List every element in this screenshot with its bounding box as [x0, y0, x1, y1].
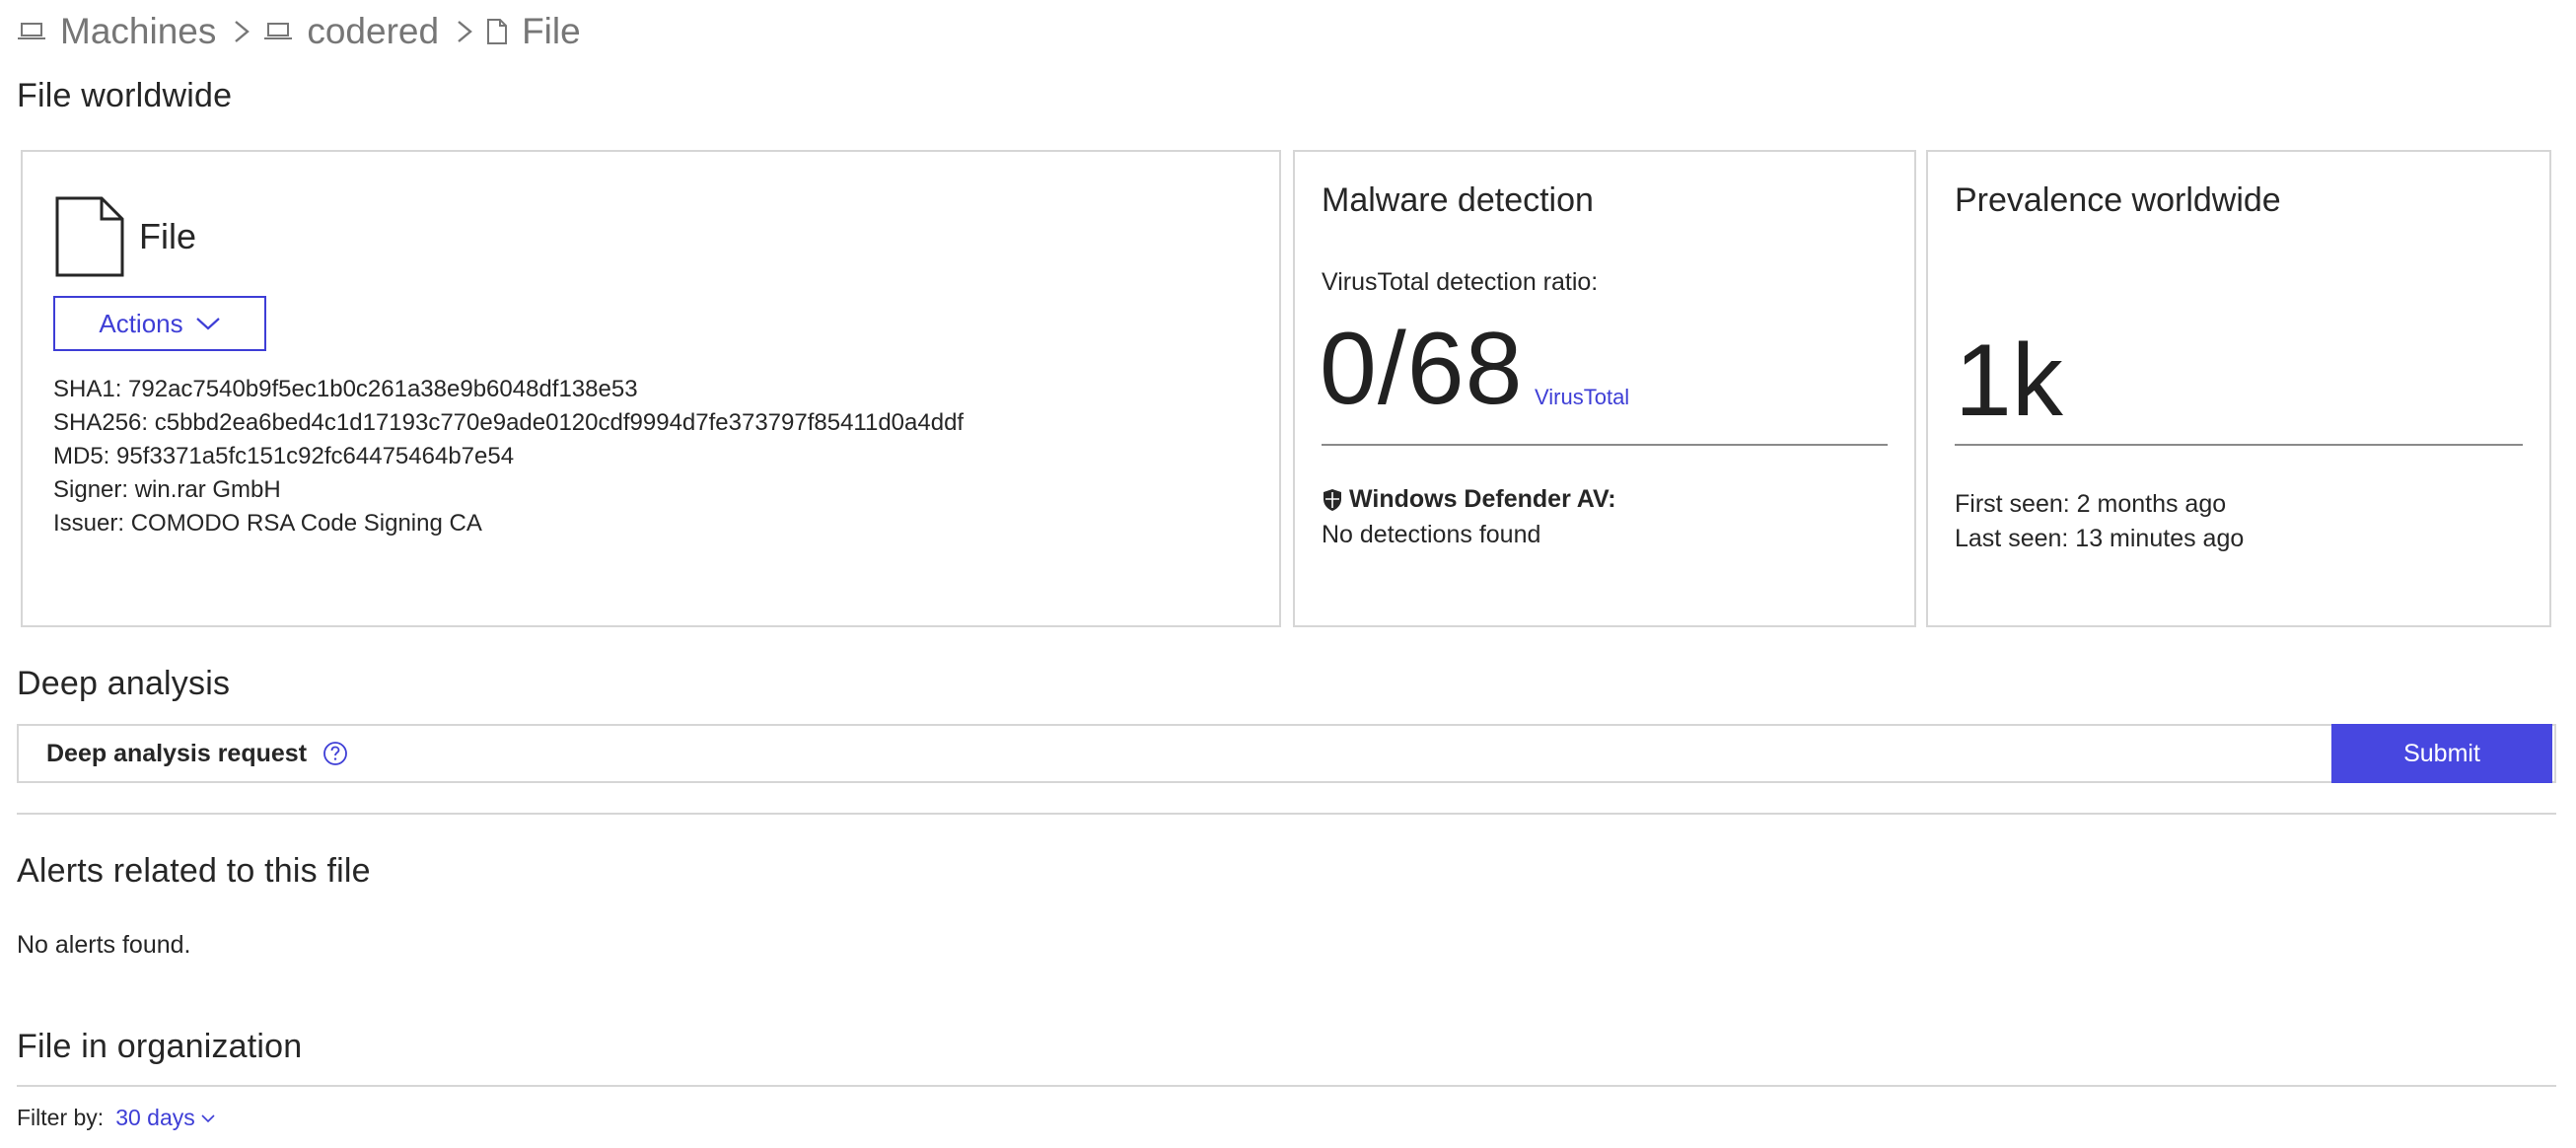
- filter-label: Filter by:: [17, 1105, 105, 1130]
- section-title-alerts: Alerts related to this file: [17, 852, 371, 890]
- issuer-value: Issuer: COMODO RSA Code Signing CA: [53, 510, 482, 537]
- divider: [1322, 444, 1888, 446]
- breadcrumb-item-machines[interactable]: Machines: [17, 11, 216, 52]
- shield-icon: [1322, 488, 1343, 512]
- file-icon: [486, 18, 508, 45]
- breadcrumb-label: File: [522, 11, 581, 51]
- help-icon[interactable]: [322, 741, 348, 766]
- actions-button[interactable]: Actions: [53, 296, 266, 351]
- chevron-down-icon: [195, 316, 221, 331]
- deep-analysis-request-label: Deep analysis request: [46, 739, 308, 767]
- prevalence-count: 1k: [1955, 323, 2063, 438]
- breadcrumb-label: codered: [307, 11, 440, 51]
- prevalence-worldwide-card: Prevalence worldwide 1k First seen: 2 mo…: [1926, 150, 2551, 627]
- windows-defender-status: No detections found: [1322, 521, 1541, 548]
- section-title-file-in-organization: File in organization: [17, 1028, 303, 1065]
- deep-analysis-request-row: Deep analysis request: [17, 724, 2556, 783]
- md5-value: MD5: 95f3371a5fc151c92fc64475464b7e54: [53, 443, 515, 469]
- breadcrumb-label: Machines: [60, 11, 217, 51]
- laptop-icon: [263, 21, 293, 42]
- file-name: File: [139, 216, 197, 256]
- breadcrumb: Machines codered File: [17, 4, 581, 59]
- sha256-value: SHA256: c5bbd2ea6bed4c1d17193c770e9ade01…: [53, 409, 965, 436]
- first-seen: First seen: 2 months ago: [1955, 490, 2227, 518]
- section-title-file-worldwide: File worldwide: [17, 77, 233, 114]
- breadcrumb-item-file: File: [486, 11, 581, 52]
- sha1-value: SHA1: 792ac7540b9f5ec1b0c261a38e9b6048df…: [53, 376, 638, 402]
- chevron-down-icon: [201, 1113, 215, 1123]
- virustotal-label: VirusTotal detection ratio:: [1322, 268, 1599, 296]
- section-title-deep-analysis: Deep analysis: [17, 665, 231, 702]
- filter-row: Filter by: 30 days: [17, 1105, 215, 1131]
- chevron-right-icon: [457, 18, 472, 45]
- deep-analysis-request: Deep analysis request: [46, 726, 348, 781]
- file-hashes: SHA1: 792ac7540b9f5ec1b0c261a38e9b6048df…: [53, 373, 964, 540]
- windows-defender-label: Windows Defender AV:: [1349, 485, 1616, 513]
- last-seen: Last seen: 13 minutes ago: [1955, 525, 2245, 552]
- card-title: Prevalence worldwide: [1955, 181, 2281, 219]
- chevron-right-icon: [234, 18, 250, 45]
- divider: [17, 813, 2556, 815]
- file-info-card: File Actions SHA1: 792ac7540b9f5ec1b0c26…: [21, 150, 1281, 627]
- card-title: Malware detection: [1322, 181, 1594, 219]
- virustotal-ratio: 0/68: [1320, 312, 1524, 426]
- windows-defender-row: Windows Defender AV:: [1322, 485, 1616, 514]
- actions-label: Actions: [99, 308, 183, 338]
- malware-detection-card: Malware detection VirusTotal detection r…: [1293, 150, 1916, 627]
- no-alerts-text: No alerts found.: [17, 931, 191, 959]
- file-page: Machines codered File File worldwide Fil…: [0, 0, 2576, 1148]
- divider: [17, 1085, 2556, 1087]
- submit-button[interactable]: Submit: [2331, 724, 2552, 783]
- virustotal-link[interactable]: VirusTotal: [1535, 385, 1629, 410]
- filter-value: 30 days: [115, 1105, 195, 1130]
- filter-dropdown[interactable]: 30 days: [115, 1105, 215, 1131]
- file-header: File: [54, 195, 196, 278]
- file-icon: [54, 195, 125, 278]
- prevalence-info: First seen: 2 months ago Last seen: 13 m…: [1955, 487, 2244, 556]
- breadcrumb-item-codered[interactable]: codered: [263, 11, 439, 52]
- laptop-icon: [17, 21, 46, 42]
- divider: [1955, 444, 2523, 446]
- signer-value: Signer: win.rar GmbH: [53, 476, 281, 503]
